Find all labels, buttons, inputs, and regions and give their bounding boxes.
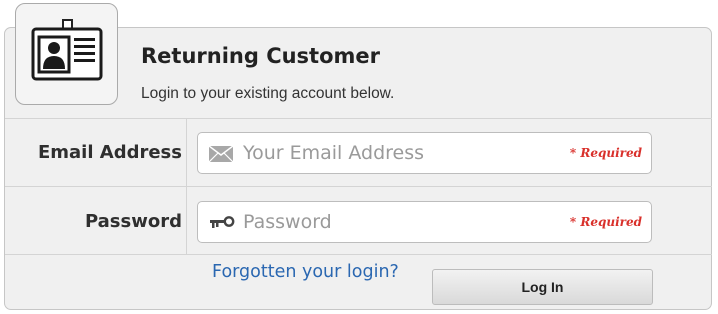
row-divider — [186, 119, 187, 186]
divider — [5, 186, 712, 187]
password-label: Password — [84, 211, 182, 232]
forgot-login-link[interactable]: Forgotten your login? — [212, 262, 399, 282]
login-button[interactable]: Log In — [432, 269, 653, 305]
password-input[interactable] — [243, 210, 543, 234]
login-badge — [15, 3, 118, 105]
row-divider — [186, 187, 187, 254]
email-input[interactable] — [243, 141, 543, 165]
required-indicator: * Required — [569, 146, 642, 160]
password-field-wrapper: * Required — [197, 201, 652, 243]
id-card-icon — [31, 19, 103, 81]
page-title: Returning Customer — [141, 44, 381, 68]
page-subtitle: Login to your existing account below. — [141, 85, 395, 102]
email-field-wrapper: * Required — [197, 132, 652, 174]
divider — [5, 254, 712, 255]
divider — [5, 118, 712, 119]
email-label: Email Address — [37, 142, 182, 163]
key-icon — [210, 216, 235, 228]
required-indicator: * Required — [569, 215, 642, 229]
envelope-icon — [209, 146, 233, 162]
